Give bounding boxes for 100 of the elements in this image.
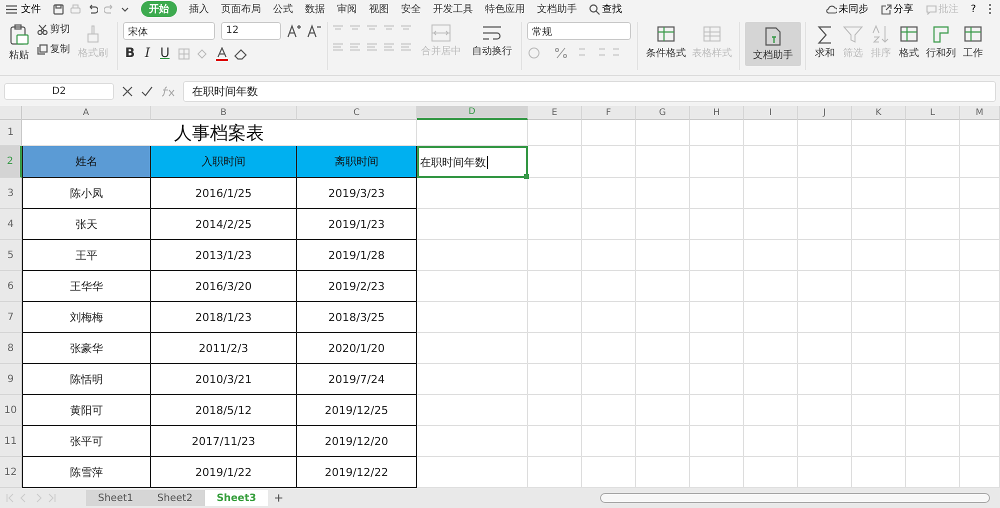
font-color-icon[interactable]: [216, 46, 228, 60]
empty-cell[interactable]: [690, 333, 744, 364]
empty-cell[interactable]: [852, 146, 906, 178]
empty-cell[interactable]: [417, 209, 528, 240]
empty-cell[interactable]: [690, 271, 744, 302]
redo-icon[interactable]: [104, 4, 115, 14]
menu-tab[interactable]: 视图: [369, 1, 389, 17]
empty-cell[interactable]: [528, 426, 582, 457]
empty-cell[interactable]: [582, 364, 636, 395]
empty-cell[interactable]: [798, 271, 852, 302]
empty-cell[interactable]: [690, 302, 744, 333]
help-button[interactable]: ?: [970, 4, 976, 14]
empty-cell[interactable]: [582, 302, 636, 333]
menu-tab[interactable]: 审阅: [337, 1, 357, 17]
empty-cell[interactable]: [906, 395, 960, 426]
row-header[interactable]: 8: [0, 333, 22, 364]
sheet-tab[interactable]: Sheet3: [204, 490, 268, 506]
empty-cell[interactable]: [906, 333, 960, 364]
empty-cell[interactable]: [528, 333, 582, 364]
empty-cell[interactable]: [582, 120, 636, 146]
empty-cell[interactable]: [417, 426, 528, 457]
empty-cell[interactable]: [852, 364, 906, 395]
empty-cell[interactable]: [906, 271, 960, 302]
cut-button[interactable]: 剪切: [37, 22, 70, 36]
empty-cell[interactable]: [852, 302, 906, 333]
empty-cell[interactable]: [960, 426, 1000, 457]
italic-button[interactable]: I: [142, 46, 152, 61]
empty-cell[interactable]: [690, 178, 744, 209]
column-header[interactable]: C: [297, 106, 417, 120]
empty-cell[interactable]: [744, 364, 798, 395]
empty-cell[interactable]: [960, 209, 1000, 240]
column-header[interactable]: F: [582, 106, 636, 120]
row-header[interactable]: 12: [0, 457, 22, 488]
row-header[interactable]: 4: [0, 209, 22, 240]
empty-cell[interactable]: [528, 364, 582, 395]
empty-cell[interactable]: [582, 178, 636, 209]
empty-cell[interactable]: [798, 120, 852, 146]
empty-cell[interactable]: [798, 240, 852, 271]
empty-cell[interactable]: [417, 302, 528, 333]
font-size-field[interactable]: 12: [221, 22, 281, 40]
empty-cell[interactable]: [906, 426, 960, 457]
column-header[interactable]: I: [744, 106, 798, 120]
empty-cell[interactable]: [906, 120, 960, 146]
copy-button[interactable]: 复制: [37, 42, 70, 56]
empty-cell[interactable]: [906, 209, 960, 240]
empty-cell[interactable]: [417, 395, 528, 426]
column-header[interactable]: B: [151, 106, 297, 120]
empty-cell[interactable]: [636, 426, 690, 457]
row-header[interactable]: 3: [0, 178, 22, 209]
empty-cell[interactable]: [690, 209, 744, 240]
menu-tab[interactable]: 公式: [273, 1, 293, 17]
empty-cell[interactable]: [528, 302, 582, 333]
column-header[interactable]: G: [636, 106, 690, 120]
empty-cell[interactable]: [636, 271, 690, 302]
empty-cell[interactable]: [690, 146, 744, 178]
empty-cell[interactable]: [528, 271, 582, 302]
menu-tab[interactable]: 插入: [189, 1, 209, 17]
menu-tab[interactable]: 页面布局: [221, 1, 261, 17]
empty-cell[interactable]: [636, 209, 690, 240]
empty-cell[interactable]: [960, 120, 1000, 146]
empty-cell[interactable]: [852, 395, 906, 426]
toolbar-action[interactable]: 未同步: [826, 2, 869, 16]
ribbon-tool[interactable]: 行和列: [923, 22, 959, 62]
empty-cell[interactable]: [636, 240, 690, 271]
empty-cell[interactable]: [690, 364, 744, 395]
empty-cell[interactable]: [744, 120, 798, 146]
empty-cell[interactable]: [528, 209, 582, 240]
empty-cell[interactable]: [852, 333, 906, 364]
row-header[interactable]: 1: [0, 120, 22, 146]
empty-cell[interactable]: [636, 146, 690, 178]
menu-tab[interactable]: 特色应用: [485, 1, 525, 17]
empty-cell[interactable]: [582, 333, 636, 364]
empty-cell[interactable]: [960, 302, 1000, 333]
add-sheet-button[interactable]: +: [268, 490, 289, 506]
empty-cell[interactable]: [960, 146, 1000, 178]
empty-cell[interactable]: [960, 178, 1000, 209]
empty-cell[interactable]: [852, 271, 906, 302]
undo-icon[interactable]: [87, 4, 98, 14]
empty-cell[interactable]: [906, 146, 960, 178]
column-header[interactable]: J: [798, 106, 852, 120]
column-header[interactable]: E: [528, 106, 582, 120]
underline-button[interactable]: U: [158, 46, 172, 61]
empty-cell[interactable]: [690, 240, 744, 271]
empty-cell[interactable]: [636, 333, 690, 364]
empty-cell[interactable]: [528, 120, 582, 146]
empty-cell[interactable]: [798, 364, 852, 395]
horizontal-scrollbar[interactable]: [600, 493, 990, 503]
formula-field[interactable]: 在职时间年数: [183, 80, 996, 102]
empty-cell[interactable]: [906, 364, 960, 395]
ribbon-tool[interactable]: 工作: [959, 22, 987, 62]
menu-tab[interactable]: 数据: [305, 1, 325, 17]
file-menu[interactable]: 文件: [6, 2, 41, 16]
column-header[interactable]: K: [852, 106, 906, 120]
empty-cell[interactable]: [528, 395, 582, 426]
empty-cell[interactable]: [417, 240, 528, 271]
function-icon[interactable]: [161, 86, 175, 96]
empty-cell[interactable]: [852, 426, 906, 457]
empty-cell[interactable]: [582, 271, 636, 302]
column-header[interactable]: L: [906, 106, 960, 120]
empty-cell[interactable]: [960, 364, 1000, 395]
